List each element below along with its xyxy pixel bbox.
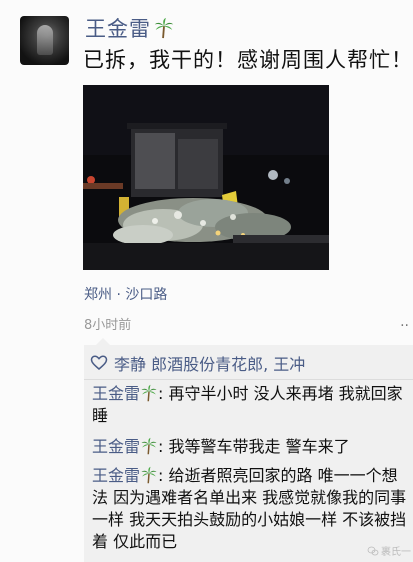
comment-item[interactable]: 王金雷: 我等警车带我走 警车来了 <box>92 436 410 458</box>
comments-panel: 李静 郎酒股份青花郎, 王冲 王金雷: 再守半小时 没人来再堵 我就回家睡 王金… <box>84 338 413 562</box>
watermark-text: 裹氏一 <box>381 547 411 558</box>
post-photo[interactable] <box>83 85 329 270</box>
wechat-icon <box>367 546 379 555</box>
palm-tree-icon <box>154 17 174 39</box>
comment-author[interactable]: 王金雷 <box>92 437 140 456</box>
post-time: 8小时前 <box>84 318 132 333</box>
post-text: 已拆，我干的！感谢周围人帮忙！ <box>83 48 413 72</box>
comment-author[interactable]: 王金雷 <box>92 384 140 403</box>
comment-item[interactable]: 王金雷: 给逝者照亮回家的路 唯一一个想法 因为遇难者名单出来 我感觉就像我的同… <box>92 465 410 553</box>
likes-names[interactable]: 李静 郎酒股份青花郎, 王冲 <box>114 351 305 375</box>
divider <box>84 379 413 380</box>
comment-text: 我等警车带我走 警车来了 <box>168 437 350 456</box>
post-location[interactable]: 郑州 · 沙口路 <box>84 284 167 304</box>
likes-row: 李静 郎酒股份青花郎, 王冲 <box>90 351 305 375</box>
palm-tree-icon <box>141 466 157 484</box>
poster-name[interactable]: 王金雷 <box>85 13 151 43</box>
palm-tree-icon <box>141 437 157 455</box>
more-options-icon[interactable]: ·· <box>400 318 409 334</box>
palm-tree-icon <box>141 384 157 402</box>
comment-author[interactable]: 王金雷 <box>92 466 140 485</box>
poster-name-row: 王金雷 <box>85 13 175 43</box>
night-street-image <box>83 85 329 270</box>
heart-outline-icon <box>90 355 108 370</box>
comment-item[interactable]: 王金雷: 再守半小时 没人来再堵 我就回家睡 <box>92 383 410 427</box>
avatar[interactable] <box>20 16 69 65</box>
watermark: 裹氏一 <box>367 543 411 558</box>
